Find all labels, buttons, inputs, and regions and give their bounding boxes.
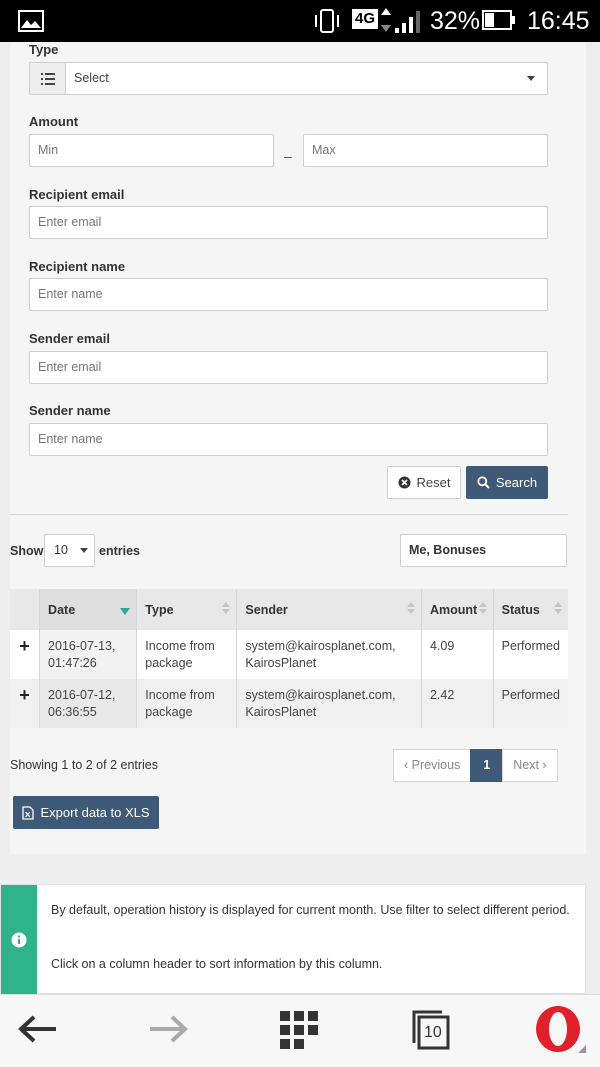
column-header-amount[interactable]: Amount: [421, 589, 494, 630]
entries-label: entries: [99, 544, 140, 558]
page-length-value: 10: [54, 543, 68, 557]
cell-date: 2016-07-12, 06:36:55: [39, 679, 138, 728]
amount-label: Amount: [29, 114, 79, 129]
cell-amount: 4.09: [421, 630, 494, 679]
amount-min-input[interactable]: Min: [29, 134, 274, 167]
pagination: ‹ Previous 1 Next ›: [393, 749, 558, 782]
type-label: Type: [29, 42, 59, 57]
sort-icon: [406, 602, 415, 614]
operation-history-panel: Type Select Amount Min – Max Recipient e…: [10, 42, 586, 854]
tabs-button[interactable]: 10: [412, 1010, 450, 1050]
opera-menu-icon[interactable]: [534, 1005, 590, 1055]
sort-icon: [554, 602, 562, 614]
clock: 16:45: [527, 7, 590, 35]
next-page-button[interactable]: Next ›: [502, 749, 558, 782]
cell-type: Income from package: [136, 630, 238, 679]
sort-icon: [222, 602, 231, 614]
search-button[interactable]: Search: [466, 466, 548, 499]
speed-dial-grid-icon[interactable]: [280, 1011, 318, 1049]
sender-email-input[interactable]: Enter email: [29, 351, 548, 384]
cell-amount: 2.42: [421, 679, 494, 728]
reset-button[interactable]: Reset: [387, 466, 461, 499]
network-type: 4G: [352, 9, 379, 29]
notice-line-1: By default, operation history is display…: [51, 903, 570, 917]
column-header-expand: [10, 589, 41, 630]
battery-percent: 32%: [430, 7, 481, 35]
recipient-name-input[interactable]: Enter name: [29, 278, 548, 311]
expand-row-button[interactable]: +: [10, 679, 41, 728]
cell-sender: system@kairosplanet.com, KairosPlanet: [236, 630, 422, 679]
search-label: Search: [495, 475, 538, 490]
close-circle-icon: [398, 476, 411, 489]
cell-type: Income from package: [136, 679, 238, 728]
chevron-down-icon: [527, 76, 535, 81]
expand-row-button[interactable]: +: [10, 630, 41, 679]
previous-page-button[interactable]: ‹ Previous: [393, 749, 472, 782]
browser-bottom-bar: 10: [0, 994, 600, 1067]
type-select-value: Select: [74, 71, 109, 85]
show-label: Show: [10, 544, 44, 558]
table-filter-input[interactable]: Me, Bonuses: [400, 534, 567, 567]
column-header-status[interactable]: Status: [493, 589, 568, 630]
amount-separator: –: [284, 148, 292, 164]
table-header-row: Date Type Sender Amount Status: [10, 589, 568, 630]
sender-name-label: Sender name: [29, 403, 111, 418]
cell-sender: system@kairosplanet.com, KairosPlanet: [236, 679, 422, 728]
operations-table: Date Type Sender Amount Status + 2016-07…: [10, 589, 568, 728]
info-icon: [1, 885, 37, 995]
export-label: Export data to XLS: [40, 805, 150, 820]
column-header-type[interactable]: Type: [136, 589, 238, 630]
sort-desc-icon: [120, 608, 131, 615]
info-notice: By default, operation history is display…: [0, 884, 586, 995]
amount-max-input[interactable]: Max: [303, 134, 548, 167]
sender-email-label: Sender email: [29, 331, 110, 346]
column-header-date[interactable]: Date: [39, 589, 138, 630]
table-info: Showing 1 to 2 of 2 entries: [10, 758, 159, 772]
image-icon: [18, 10, 44, 32]
signal-icon: [395, 11, 420, 33]
export-xls-button[interactable]: Export data to XLS: [13, 796, 159, 829]
chevron-down-icon: [80, 548, 88, 553]
status-bar: 4G 32% 16:45: [0, 0, 600, 42]
cell-status: Performed: [493, 630, 568, 679]
excel-file-icon: [22, 805, 35, 820]
reset-label: Reset: [416, 475, 451, 490]
sender-name-input[interactable]: Enter name: [29, 423, 548, 456]
cell-status: Performed: [493, 679, 568, 728]
table-row[interactable]: + 2016-07-13, 01:47:26 Income from packa…: [10, 630, 568, 679]
table-row[interactable]: + 2016-07-12, 06:36:55 Income from packa…: [10, 679, 568, 728]
data-activity-icon: [381, 8, 391, 32]
page-1-button[interactable]: 1: [470, 749, 504, 782]
divider: [10, 514, 568, 515]
recipient-email-input[interactable]: Enter email: [29, 206, 548, 239]
back-arrow-icon[interactable]: [16, 1009, 60, 1049]
search-icon: [477, 476, 490, 489]
page-length-select[interactable]: 10: [44, 534, 95, 567]
vibrate-icon: [315, 9, 339, 33]
cell-date: 2016-07-13, 01:47:26: [39, 630, 138, 679]
forward-arrow-icon[interactable]: [146, 1009, 190, 1049]
recipient-name-label: Recipient name: [29, 259, 126, 274]
list-icon: [30, 63, 66, 94]
notice-line-2: Click on a column header to sort informa…: [51, 957, 383, 971]
tabs-count: 10: [424, 1024, 442, 1041]
sort-icon: [478, 602, 487, 614]
type-select[interactable]: Select: [29, 62, 548, 95]
battery-icon: [482, 10, 515, 30]
column-header-sender[interactable]: Sender: [236, 589, 422, 630]
recipient-email-label: Recipient email: [29, 187, 125, 202]
